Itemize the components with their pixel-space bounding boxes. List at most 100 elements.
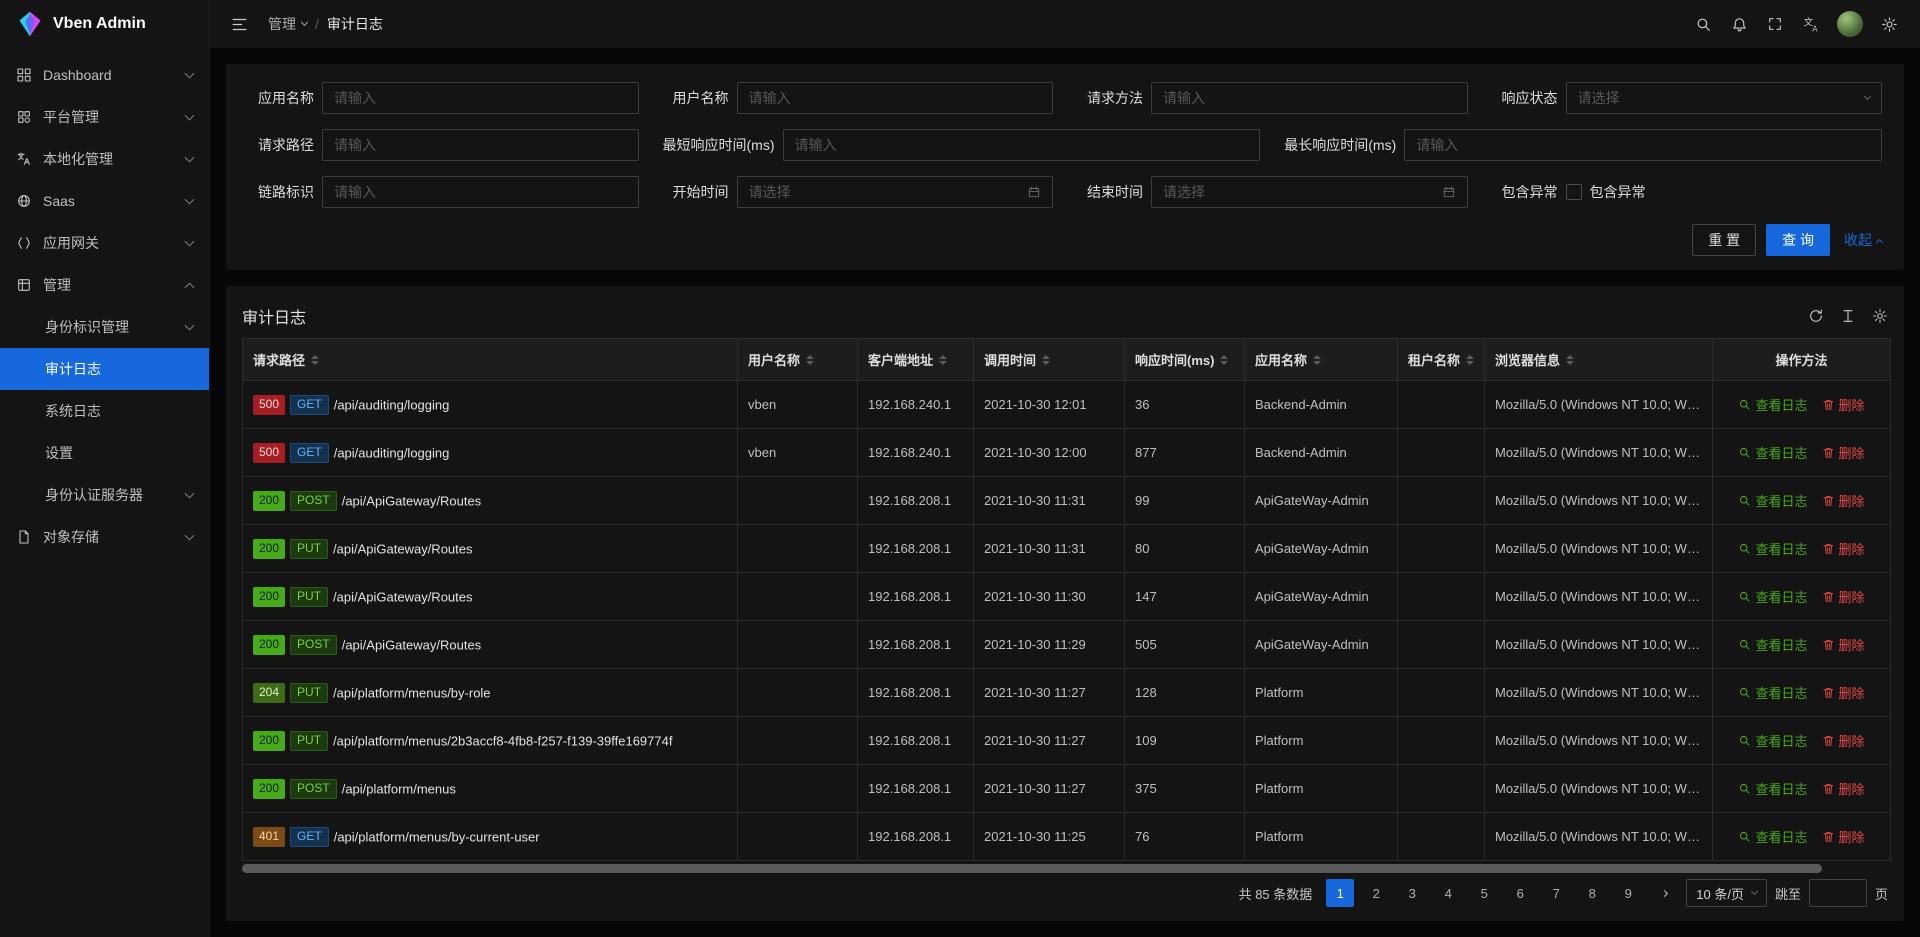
menu-fold-icon[interactable] xyxy=(224,9,254,39)
notification-icon[interactable] xyxy=(1724,9,1754,39)
delete-button[interactable]: 删除 xyxy=(1822,779,1865,798)
column-header-4[interactable]: 响应时间(ms) xyxy=(1125,339,1245,381)
sidebar-item-system-log[interactable]: 系统日志 xyxy=(0,390,209,432)
cell-tenant-name xyxy=(1398,429,1485,477)
view-log-button[interactable]: 查看日志 xyxy=(1738,395,1807,414)
collapse-button[interactable]: 收起 xyxy=(1844,230,1882,250)
sort-buttons[interactable] xyxy=(1220,355,1228,365)
app-name-input[interactable] xyxy=(322,82,639,114)
trace-id-input[interactable] xyxy=(322,176,639,208)
sidebar-item-identity-management[interactable]: 身份标识管理 xyxy=(0,306,209,348)
max-response-time-input[interactable] xyxy=(1404,129,1882,161)
page-button-5[interactable]: 5 xyxy=(1470,879,1498,907)
sort-buttons[interactable] xyxy=(1042,355,1050,365)
column-header-5[interactable]: 应用名称 xyxy=(1245,339,1398,381)
search-icon[interactable] xyxy=(1688,9,1718,39)
delete-button[interactable]: 删除 xyxy=(1822,827,1865,846)
reset-button[interactable]: 重 置 xyxy=(1692,224,1756,256)
view-log-button[interactable]: 查看日志 xyxy=(1738,539,1807,558)
table-settings-icon[interactable] xyxy=(1872,308,1888,324)
view-log-button[interactable]: 查看日志 xyxy=(1738,731,1807,750)
view-log-button[interactable]: 查看日志 xyxy=(1738,635,1807,654)
cell-actions: 查看日志删除 xyxy=(1713,381,1891,429)
scrollbar-thumb[interactable] xyxy=(242,864,1822,873)
page-button-3[interactable]: 3 xyxy=(1398,879,1426,907)
sidebar-item-saas[interactable]: Saas xyxy=(0,180,209,222)
delete-button[interactable]: 删除 xyxy=(1822,731,1865,750)
request-path-text: /api/ApiGateway/Routes xyxy=(342,493,481,508)
jump-suffix: 页 xyxy=(1875,884,1888,903)
page-button-9[interactable]: 9 xyxy=(1614,879,1642,907)
column-header-3[interactable]: 调用时间 xyxy=(974,339,1125,381)
page-button-6[interactable]: 6 xyxy=(1506,879,1534,907)
sidebar-item-app-gateway[interactable]: 应用网关 xyxy=(0,222,209,264)
page-button-1[interactable]: 1 xyxy=(1326,879,1354,907)
sort-buttons[interactable] xyxy=(1566,355,1574,365)
column-header-2[interactable]: 客户端地址 xyxy=(858,339,974,381)
page-button-2[interactable]: 2 xyxy=(1362,879,1390,907)
sidebar-item-settings[interactable]: 设置 xyxy=(0,432,209,474)
delete-button[interactable]: 删除 xyxy=(1822,683,1865,702)
sidebar-item-management[interactable]: 管理 xyxy=(0,264,209,306)
request-method-input[interactable] xyxy=(1151,82,1468,114)
cell-user-name xyxy=(738,717,858,765)
end-time-datepicker[interactable]: 请选择 xyxy=(1151,176,1468,208)
sort-buttons[interactable] xyxy=(806,355,814,365)
settings-icon[interactable] xyxy=(1874,9,1904,39)
delete-button[interactable]: 删除 xyxy=(1822,443,1865,462)
column-label: 租户名称 xyxy=(1408,350,1460,369)
column-header-0[interactable]: 请求路径 xyxy=(243,339,738,381)
user-name-input[interactable] xyxy=(737,82,1054,114)
trash-icon xyxy=(1822,830,1835,843)
page-size-select[interactable]: 10 条/页 xyxy=(1686,879,1767,907)
view-log-button[interactable]: 查看日志 xyxy=(1738,491,1807,510)
table-header-row: 请求路径用户名称客户端地址调用时间响应时间(ms)应用名称租户名称浏览器信息操作… xyxy=(243,339,1891,381)
sort-buttons[interactable] xyxy=(1313,355,1321,365)
page-button-8[interactable]: 8 xyxy=(1578,879,1606,907)
horizontal-scrollbar[interactable] xyxy=(242,864,1888,873)
column-header-7[interactable]: 浏览器信息 xyxy=(1485,339,1713,381)
sort-buttons[interactable] xyxy=(1466,355,1474,365)
jump-page-input[interactable] xyxy=(1809,879,1867,907)
request-path-input[interactable] xyxy=(322,129,639,161)
logo[interactable]: Vben Admin xyxy=(0,0,209,48)
sidebar-item-label: Saas xyxy=(43,193,176,209)
search-button[interactable]: 查 询 xyxy=(1766,224,1830,256)
view-log-button[interactable]: 查看日志 xyxy=(1738,827,1807,846)
response-status-select[interactable]: 请选择 xyxy=(1566,82,1883,114)
min-response-time-input[interactable] xyxy=(783,129,1261,161)
breadcrumb-item-manage[interactable]: 管理 xyxy=(268,14,307,34)
view-log-button[interactable]: 查看日志 xyxy=(1738,443,1807,462)
sidebar-item-dashboard[interactable]: Dashboard xyxy=(0,54,209,96)
sort-buttons[interactable] xyxy=(311,355,319,365)
sidebar-item-auth-server[interactable]: 身份认证服务器 xyxy=(0,474,209,516)
table-row: 200POST/api/platform/menus192.168.208.12… xyxy=(243,765,1891,813)
sort-buttons[interactable] xyxy=(939,355,947,365)
delete-button[interactable]: 删除 xyxy=(1822,635,1865,654)
delete-button[interactable]: 删除 xyxy=(1822,395,1865,414)
column-header-6[interactable]: 租户名称 xyxy=(1398,339,1485,381)
has-exception-checkbox[interactable] xyxy=(1566,184,1582,200)
delete-button[interactable]: 删除 xyxy=(1822,491,1865,510)
column-height-icon[interactable] xyxy=(1840,308,1856,324)
sidebar-item-localization-management[interactable]: 本地化管理 xyxy=(0,138,209,180)
fullscreen-icon[interactable] xyxy=(1760,9,1790,39)
view-log-button[interactable]: 查看日志 xyxy=(1738,779,1807,798)
cell-browser-info: Mozilla/5.0 (Windows NT 10.0; Win... xyxy=(1485,429,1713,477)
next-page-button[interactable] xyxy=(1650,879,1678,907)
refresh-icon[interactable] xyxy=(1808,308,1824,324)
sidebar-item-platform-management[interactable]: 平台管理 xyxy=(0,96,209,138)
delete-button[interactable]: 删除 xyxy=(1822,587,1865,606)
page-button-4[interactable]: 4 xyxy=(1434,879,1462,907)
column-header-1[interactable]: 用户名称 xyxy=(738,339,858,381)
sidebar-item-audit-log[interactable]: 审计日志 xyxy=(0,348,209,390)
page-button-7[interactable]: 7 xyxy=(1542,879,1570,907)
sidebar-item-object-storage[interactable]: 对象存储 xyxy=(0,516,209,558)
avatar[interactable] xyxy=(1837,11,1863,37)
view-log-button[interactable]: 查看日志 xyxy=(1738,683,1807,702)
view-log-button[interactable]: 查看日志 xyxy=(1738,587,1807,606)
start-time-datepicker[interactable]: 请选择 xyxy=(737,176,1054,208)
delete-button[interactable]: 删除 xyxy=(1822,539,1865,558)
language-icon[interactable]: 文A xyxy=(1796,9,1826,39)
cell-response-time: 99 xyxy=(1125,477,1245,525)
